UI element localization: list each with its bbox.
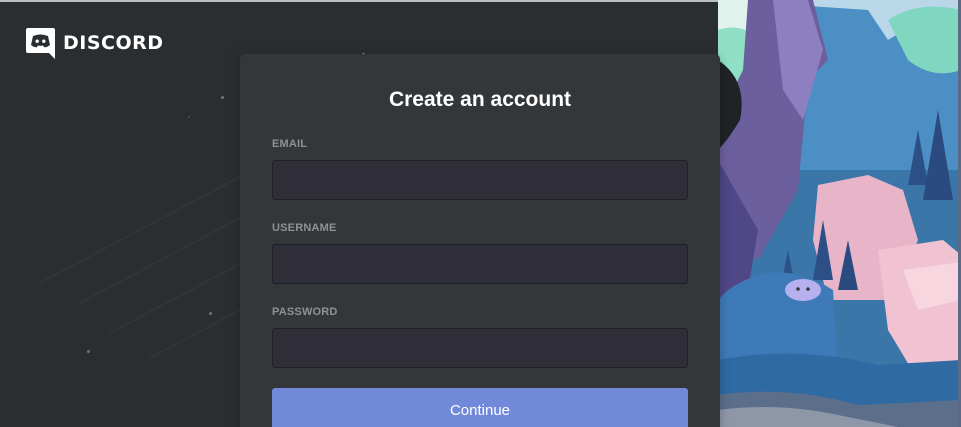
password-label: PASSWORD (272, 306, 338, 318)
discord-logo-icon (24, 26, 57, 59)
background-star (87, 350, 90, 353)
continue-button[interactable]: Continue (272, 388, 688, 427)
username-field[interactable] (272, 244, 688, 284)
background-star (188, 116, 190, 118)
registration-page: DISCORD Create an account EMAIL USERNAME… (0, 0, 961, 427)
email-field[interactable] (272, 160, 688, 200)
background-star (221, 96, 224, 99)
page-title: Create an account (388, 88, 572, 111)
password-field[interactable] (272, 328, 688, 368)
landscape-illustration (718, 0, 961, 427)
discord-wordmark: DISCORD (63, 31, 164, 54)
username-label: USERNAME (272, 222, 337, 234)
background-star (209, 312, 212, 315)
discord-logo[interactable]: DISCORD (24, 26, 164, 59)
email-label: EMAIL (272, 138, 308, 150)
register-card: Create an account EMAIL USERNAME PASSWOR… (240, 54, 720, 427)
